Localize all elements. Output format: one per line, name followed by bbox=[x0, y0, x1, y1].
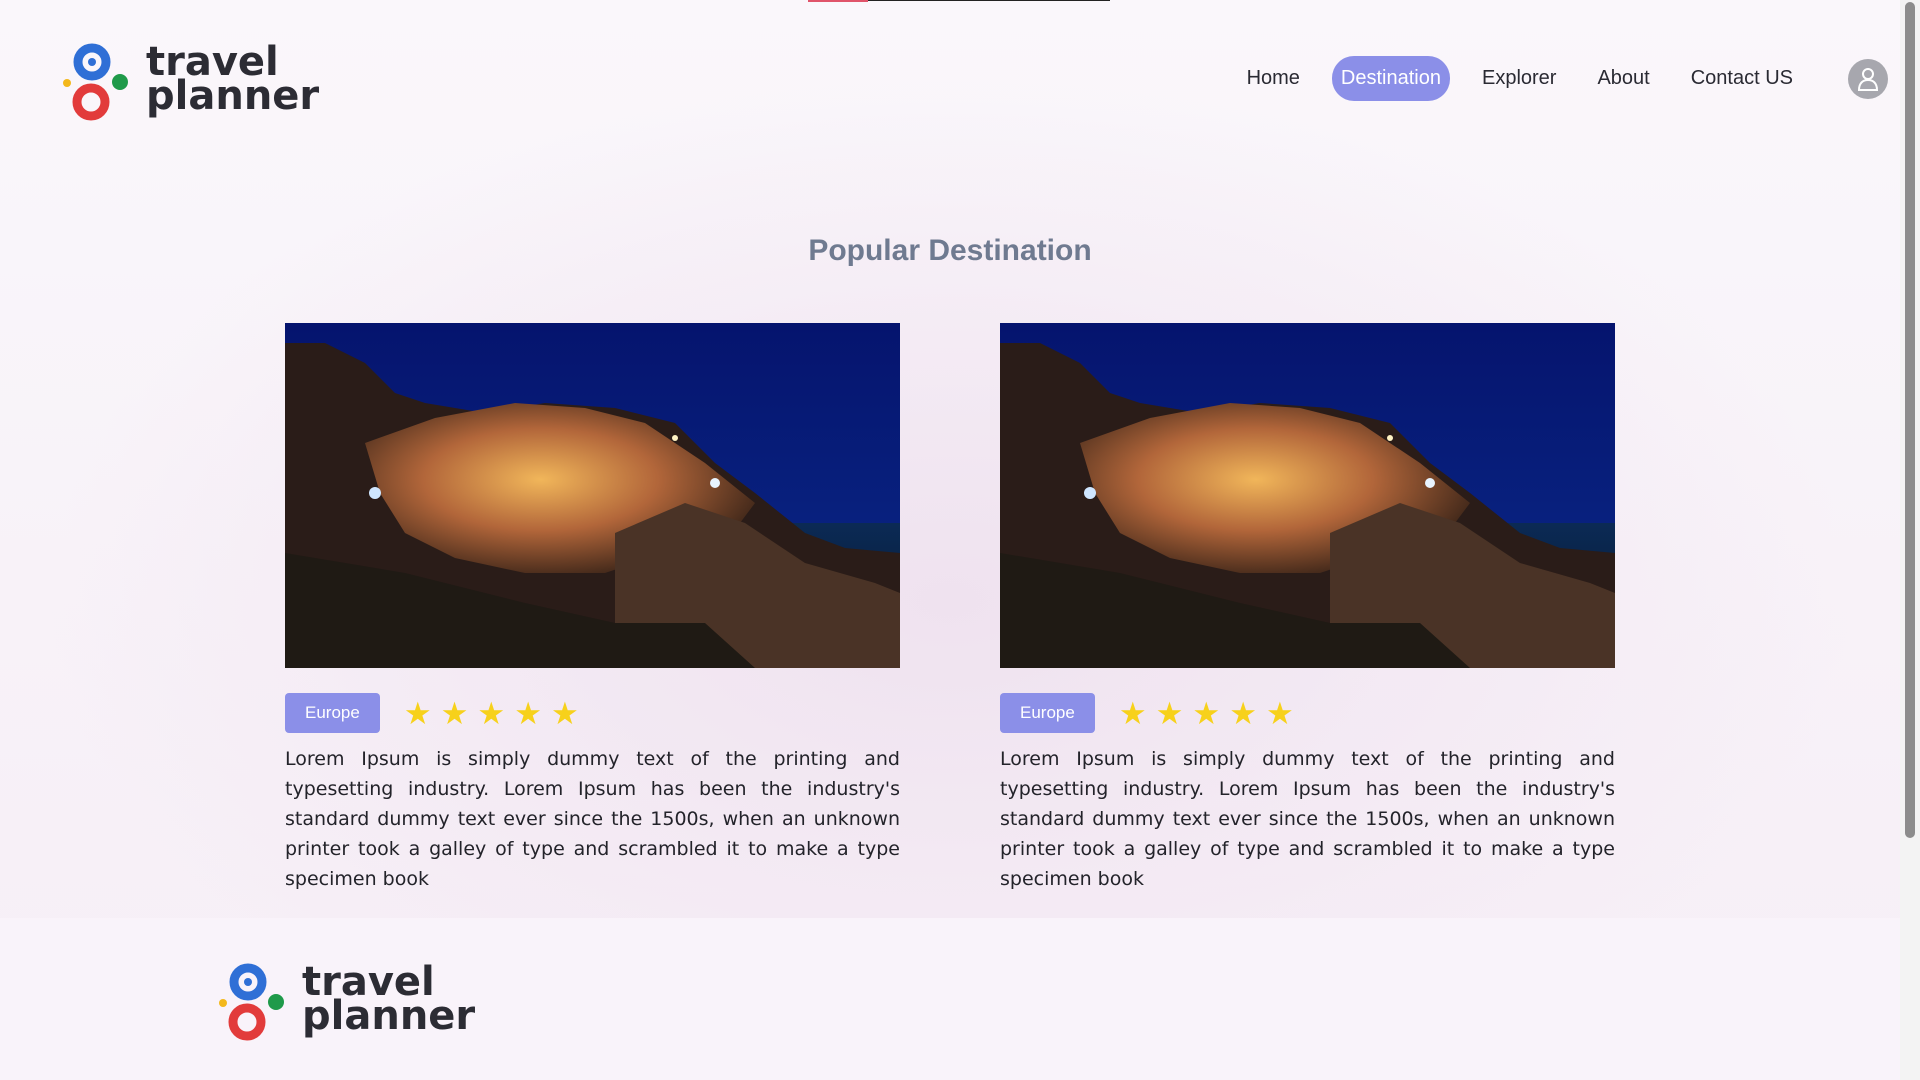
star-icon: ★ bbox=[551, 695, 579, 731]
card-meta: Europe ★ ★ ★ ★ ★ bbox=[285, 693, 900, 733]
region-tag[interactable]: Europe bbox=[285, 693, 380, 733]
coastal-village-night-photo[interactable] bbox=[285, 323, 900, 668]
star-icon: ★ bbox=[403, 695, 432, 731]
site-footer: travel planner bbox=[0, 918, 1900, 1080]
star-icon: ★ bbox=[1118, 695, 1147, 731]
header-logo[interactable]: travel planner bbox=[62, 42, 322, 122]
logo-mark-icon bbox=[219, 963, 284, 1041]
nav-destination[interactable]: Destination bbox=[1331, 56, 1450, 101]
star-icon: ★ bbox=[1155, 695, 1184, 731]
nav-home[interactable]: Home bbox=[1238, 56, 1309, 101]
star-icon: ★ bbox=[1229, 695, 1258, 731]
scrollbar-thumb[interactable] bbox=[1905, 2, 1915, 838]
footer-logo[interactable]: travel planner bbox=[218, 962, 478, 1042]
star-icon: ★ bbox=[514, 695, 543, 731]
vertical-scrollbar[interactable] bbox=[1900, 0, 1920, 1080]
coastal-village-night-photo[interactable] bbox=[1000, 323, 1615, 668]
main-nav: Home Destination Explorer About Contact … bbox=[1215, 56, 1802, 101]
destination-card[interactable]: Europe ★ ★ ★ ★ ★ Lorem Ipsum is simply d… bbox=[285, 323, 900, 894]
logo-text-line2: planner bbox=[146, 73, 320, 119]
nav-explorer[interactable]: Explorer bbox=[1473, 56, 1565, 101]
star-icon: ★ bbox=[1192, 695, 1221, 731]
card-description: Lorem Ipsum is simply dummy text of the … bbox=[285, 748, 900, 890]
rating-stars: ★ ★ ★ ★ ★ bbox=[404, 698, 588, 729]
logo-mark-icon bbox=[63, 43, 128, 121]
nav-about[interactable]: About bbox=[1588, 56, 1658, 101]
star-icon: ★ bbox=[477, 695, 506, 731]
footer-logo-text-line2: planner bbox=[302, 993, 476, 1039]
card-meta: Europe ★ ★ ★ ★ ★ bbox=[1000, 693, 1615, 733]
star-icon: ★ bbox=[440, 695, 469, 731]
star-icon: ★ bbox=[1266, 695, 1294, 731]
nav-contact[interactable]: Contact US bbox=[1682, 56, 1802, 101]
section-title: Popular Destination bbox=[808, 234, 1092, 267]
user-avatar-button[interactable] bbox=[1848, 59, 1888, 99]
user-icon bbox=[1857, 68, 1879, 91]
page: travel planner Home Destination Explorer… bbox=[0, 0, 1900, 1080]
site-header: travel planner Home Destination Explorer… bbox=[0, 0, 1900, 160]
region-tag[interactable]: Europe bbox=[1000, 693, 1095, 733]
destination-card[interactable]: Europe ★ ★ ★ ★ ★ Lorem Ipsum is simply d… bbox=[1000, 323, 1615, 894]
card-description: Lorem Ipsum is simply dummy text of the … bbox=[1000, 748, 1615, 890]
rating-stars: ★ ★ ★ ★ ★ bbox=[1119, 698, 1303, 729]
